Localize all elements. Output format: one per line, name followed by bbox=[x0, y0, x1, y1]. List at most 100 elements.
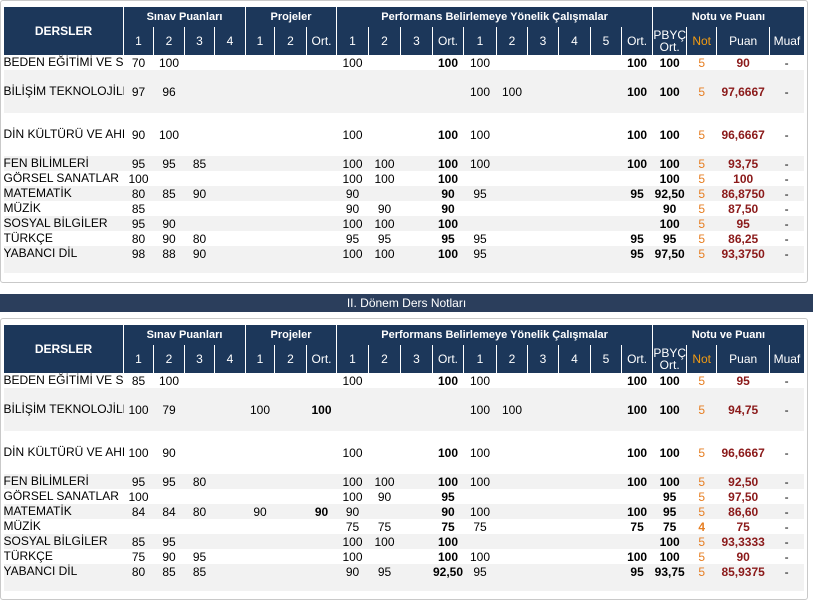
cell-aort: 90 bbox=[432, 186, 464, 201]
cell-a2: 90 bbox=[377, 489, 392, 504]
cell-a1: 90 bbox=[345, 201, 360, 216]
cell-s3 bbox=[185, 489, 215, 504]
cell-muaf: - bbox=[769, 534, 804, 549]
cell-bort: 100 bbox=[621, 474, 653, 489]
cell-s2: 100 bbox=[158, 55, 180, 70]
proje-col-2: 2 bbox=[274, 27, 307, 55]
cell-p1 bbox=[245, 216, 275, 231]
cell-b4 bbox=[558, 246, 591, 261]
cell-s3 bbox=[185, 431, 215, 474]
cell-a1 bbox=[336, 70, 369, 113]
cell-b3 bbox=[528, 373, 559, 388]
cell-bort: 95 bbox=[630, 231, 644, 246]
muaf-header: Muaf bbox=[769, 345, 804, 373]
cell-b3 bbox=[528, 431, 559, 474]
cell-s3: 90 bbox=[184, 246, 215, 261]
cell-bort: 100 bbox=[621, 504, 653, 519]
cell-port bbox=[307, 55, 337, 70]
cell-not: 5 bbox=[698, 201, 705, 216]
course-name: MÜZİK bbox=[3, 519, 41, 533]
cell-puan: 87,50 bbox=[728, 201, 759, 216]
cell-s3 bbox=[184, 534, 215, 549]
cell-a2 bbox=[369, 55, 401, 70]
cell-a1 bbox=[336, 388, 369, 431]
cell-s3: 85 bbox=[184, 564, 215, 579]
cell-pbyc: 95 bbox=[662, 489, 677, 504]
cell-s3: 80 bbox=[184, 504, 215, 519]
cell-puan: 93,75 bbox=[716, 156, 770, 171]
cell-aort: 100 bbox=[438, 171, 459, 186]
cell-puan: 100 bbox=[733, 171, 754, 186]
cell-port bbox=[306, 246, 337, 261]
table-row: BEDEN EĞİTİMİ VE SPOR 70 100 100 100 100 100 10… bbox=[4, 55, 804, 70]
course-name: BİLİŞİM TEKNOLOJİLERİ VE YAZILIM bbox=[3, 388, 124, 431]
cell-a2 bbox=[368, 388, 401, 431]
cell-puan: 97,6667 bbox=[716, 70, 770, 113]
cell-b2: 100 bbox=[496, 70, 528, 113]
cell-p1 bbox=[245, 534, 275, 549]
cell-b4 bbox=[558, 564, 591, 579]
cell-pbyc: 95 bbox=[652, 504, 687, 519]
cell-b1 bbox=[463, 216, 497, 231]
dersler-header: DERSLER bbox=[3, 7, 124, 55]
cell-bort bbox=[621, 534, 653, 549]
cell-bort: 100 bbox=[627, 549, 648, 564]
cell-p2 bbox=[274, 388, 307, 431]
course-name: MATEMATİK bbox=[3, 504, 124, 519]
cell-b1: 100 bbox=[463, 474, 497, 489]
cell-b2 bbox=[497, 549, 528, 564]
cell-p2 bbox=[274, 474, 307, 489]
cell-b3 bbox=[528, 113, 559, 156]
table-row: MATEMATİK 84 84 80 90 90 90 90 100 100 95 5 86,60- bbox=[3, 504, 804, 519]
cell-s3: 95 bbox=[192, 549, 207, 564]
cell-not: 5 bbox=[686, 504, 717, 519]
cell-a3 bbox=[400, 70, 433, 113]
cell-a2: 100 bbox=[374, 171, 395, 186]
course-name: BEDEN EĞİTİMİ VE SPOR bbox=[3, 373, 124, 387]
cell-s3: 80 bbox=[184, 474, 215, 489]
cell-a3 bbox=[400, 564, 433, 579]
cell-pbyc: 100 bbox=[659, 55, 680, 70]
cell-s1 bbox=[124, 519, 154, 534]
cell-s1: 85 bbox=[131, 201, 146, 216]
cell-pbyc: 100 bbox=[659, 373, 680, 388]
cell-aort: 90 bbox=[432, 504, 464, 519]
perf1-col-2: 2 bbox=[368, 27, 401, 55]
cell-aort: 100 bbox=[438, 549, 459, 564]
cell-not: 5 bbox=[686, 246, 717, 261]
cell-a1: 100 bbox=[342, 55, 363, 70]
cell-s1: 100 bbox=[123, 388, 154, 431]
sinav-col-3: 3 bbox=[184, 345, 215, 373]
cell-a1: 90 bbox=[336, 504, 369, 519]
puan-header: Puan bbox=[716, 27, 770, 55]
cell-b1: 100 bbox=[470, 445, 491, 460]
cell-bort bbox=[621, 216, 653, 231]
cell-not: 5 bbox=[686, 216, 717, 231]
cell-puan: 96,6667 bbox=[721, 445, 765, 460]
cell-pbyc: 75 bbox=[662, 519, 677, 534]
cell-b4 bbox=[559, 231, 591, 246]
cell-s3 bbox=[185, 373, 215, 388]
cell-b2 bbox=[496, 564, 528, 579]
cell-b1: 95 bbox=[463, 246, 497, 261]
cell-aort: 100 bbox=[438, 127, 459, 142]
perf2-col-2: 2 bbox=[496, 345, 528, 373]
cell-s4 bbox=[214, 388, 246, 431]
cell-a3 bbox=[400, 504, 433, 519]
cell-b1: 100 bbox=[463, 388, 497, 431]
course-name: TÜRKÇE bbox=[3, 549, 53, 563]
cell-a2: 100 bbox=[368, 534, 401, 549]
cell-a3 bbox=[401, 373, 433, 388]
cell-not: 5 bbox=[698, 55, 705, 70]
cell-a2 bbox=[368, 70, 401, 113]
perf2-col-2: 2 bbox=[496, 27, 528, 55]
cell-a2 bbox=[369, 113, 401, 156]
spacer-cell bbox=[3, 579, 804, 591]
cell-bort: 100 bbox=[621, 156, 653, 171]
cell-bort: 100 bbox=[621, 388, 653, 431]
course-name: YABANCI DİL bbox=[3, 564, 124, 579]
notu-ve-puani-header: Notu ve Puanı bbox=[652, 325, 804, 345]
cell-b5 bbox=[590, 474, 622, 489]
cell-p2 bbox=[275, 231, 307, 246]
cell-s2: 79 bbox=[153, 388, 185, 431]
